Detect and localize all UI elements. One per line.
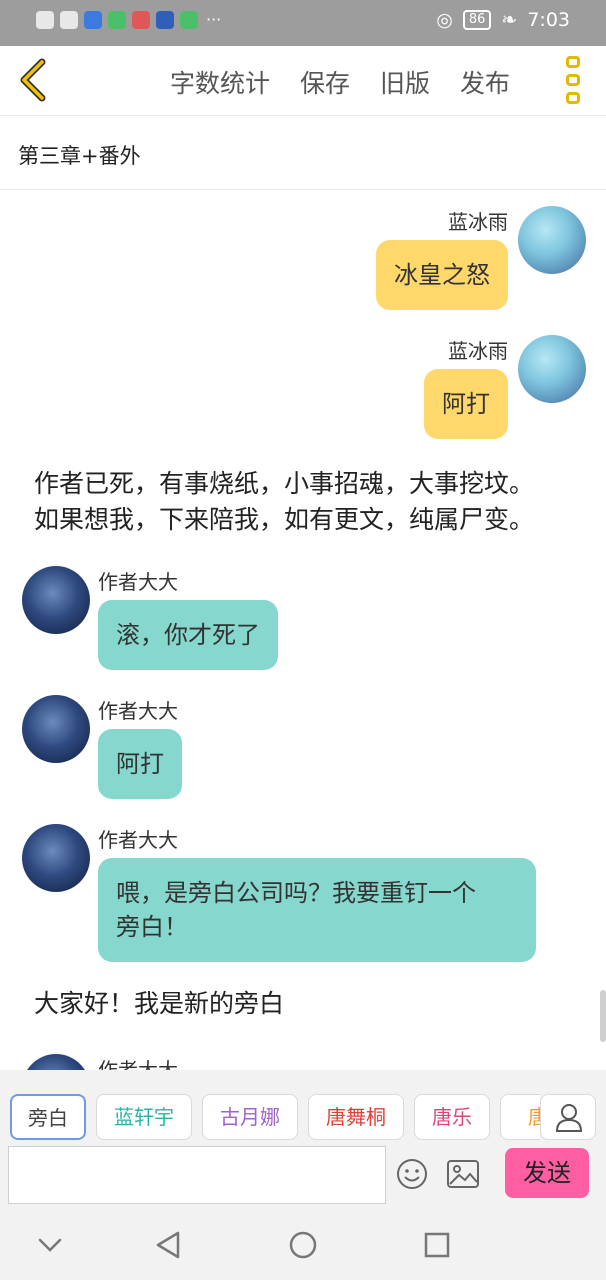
leaf-icon: ❧ [501, 9, 518, 31]
status-bar: ··· ◎ 86 ❧ 7:03 [0, 0, 606, 46]
alert-icon [36, 10, 54, 29]
sender-name: 作者大大 [98, 1058, 178, 1070]
nav-home-icon[interactable] [288, 1230, 318, 1260]
app-icon [108, 10, 126, 29]
emoji-icon[interactable] [396, 1158, 428, 1190]
message-bubble[interactable]: 滚，你才死了 [98, 600, 278, 670]
avatar[interactable] [518, 206, 586, 274]
character-chip[interactable]: 唐舞桐 [308, 1094, 404, 1140]
message-bubble[interactable]: 冰皇之怒 [376, 240, 508, 310]
old-version-button[interactable]: 旧版 [380, 64, 430, 100]
sender-name: 作者大大 [98, 828, 178, 852]
character-chips: 旁白 蓝轩宇 古月娜 唐舞桐 唐乐唐 [10, 1094, 540, 1140]
chapter-title-bar[interactable]: 第三章+番外 [0, 116, 606, 190]
vibrate-icon: ◎ [436, 9, 453, 31]
character-chip[interactable]: 唐 [500, 1094, 540, 1140]
avatar[interactable] [22, 695, 90, 763]
user-icon [555, 1104, 583, 1132]
save-button[interactable]: 保存 [300, 64, 350, 100]
publish-button[interactable]: 发布 [460, 64, 510, 100]
avatar[interactable] [22, 824, 90, 892]
chapter-title: 第三章+番外 [18, 144, 141, 168]
message-line: 喂，是旁白公司吗？我要重钉一个 [116, 879, 476, 907]
narration-text[interactable]: 作者已死，有事烧纸，小事招魂，大事挖坟。 如果想我，下来陪我，如有更文，纯属尸变… [34, 466, 534, 538]
chat-area[interactable]: 蓝冰雨 冰皇之怒 蓝冰雨 阿打 作者已死，有事烧纸，小事招魂，大事挖坟。 如果想… [0, 190, 606, 1070]
avatar[interactable] [22, 1054, 90, 1070]
character-manage-button[interactable] [540, 1094, 596, 1140]
message-bubble[interactable]: 阿打 [98, 729, 182, 799]
more-icon[interactable] [566, 56, 582, 104]
message-bubble[interactable]: 喂，是旁白公司吗？我要重钉一个 旁白！ [98, 858, 536, 962]
top-toolbar: 字数统计 保存 旧版 发布 [0, 46, 606, 116]
clock: 7:03 [527, 9, 570, 31]
character-chip[interactable]: 蓝轩宇 [96, 1094, 192, 1140]
image-icon[interactable] [446, 1158, 480, 1190]
scrollbar[interactable] [600, 990, 606, 1042]
message-line: 旁白！ [116, 913, 188, 941]
character-chip[interactable]: 唐乐 [414, 1094, 490, 1140]
message-input[interactable] [8, 1146, 386, 1204]
wifi-icon [60, 10, 78, 29]
battery-indicator: 86 [462, 10, 492, 30]
more-notifications-icon: ··· [206, 10, 222, 29]
compose-panel: 旁白 蓝轩宇 古月娜 唐舞桐 唐乐唐 发送 [0, 1070, 606, 1210]
nav-back-icon[interactable] [154, 1230, 184, 1260]
app-icon [180, 10, 198, 29]
app-icon [84, 10, 102, 29]
sender-name: 蓝冰雨 [448, 339, 508, 363]
status-icons-right: ◎ 86 ❧ 7:03 [436, 9, 570, 31]
avatar[interactable] [518, 335, 586, 403]
narration-line: 如果想我，下来陪我，如有更文，纯属尸变。 [34, 505, 535, 534]
nav-recent-icon[interactable] [424, 1232, 450, 1258]
sender-name: 蓝冰雨 [448, 210, 508, 234]
word-count-button[interactable]: 字数统计 [170, 64, 270, 100]
app-icon [132, 10, 150, 29]
sender-name: 作者大大 [98, 699, 178, 723]
send-button[interactable]: 发送 [505, 1148, 589, 1198]
narration-text[interactable]: 大家好！我是新的旁白 [34, 986, 284, 1022]
narration-line: 作者已死，有事烧纸，小事招魂，大事挖坟。 [34, 469, 535, 498]
sender-name: 作者大大 [98, 570, 178, 594]
back-icon[interactable] [14, 56, 54, 104]
character-chip[interactable]: 古月娜 [202, 1094, 298, 1140]
message-bubble[interactable]: 阿打 [424, 369, 508, 439]
character-chip-narrator[interactable]: 旁白 [10, 1094, 86, 1140]
avatar[interactable] [22, 566, 90, 634]
system-nav-bar [0, 1210, 606, 1280]
app-icon [156, 10, 174, 29]
status-icons-left: ··· [36, 10, 221, 29]
nav-down-icon[interactable] [36, 1234, 64, 1256]
